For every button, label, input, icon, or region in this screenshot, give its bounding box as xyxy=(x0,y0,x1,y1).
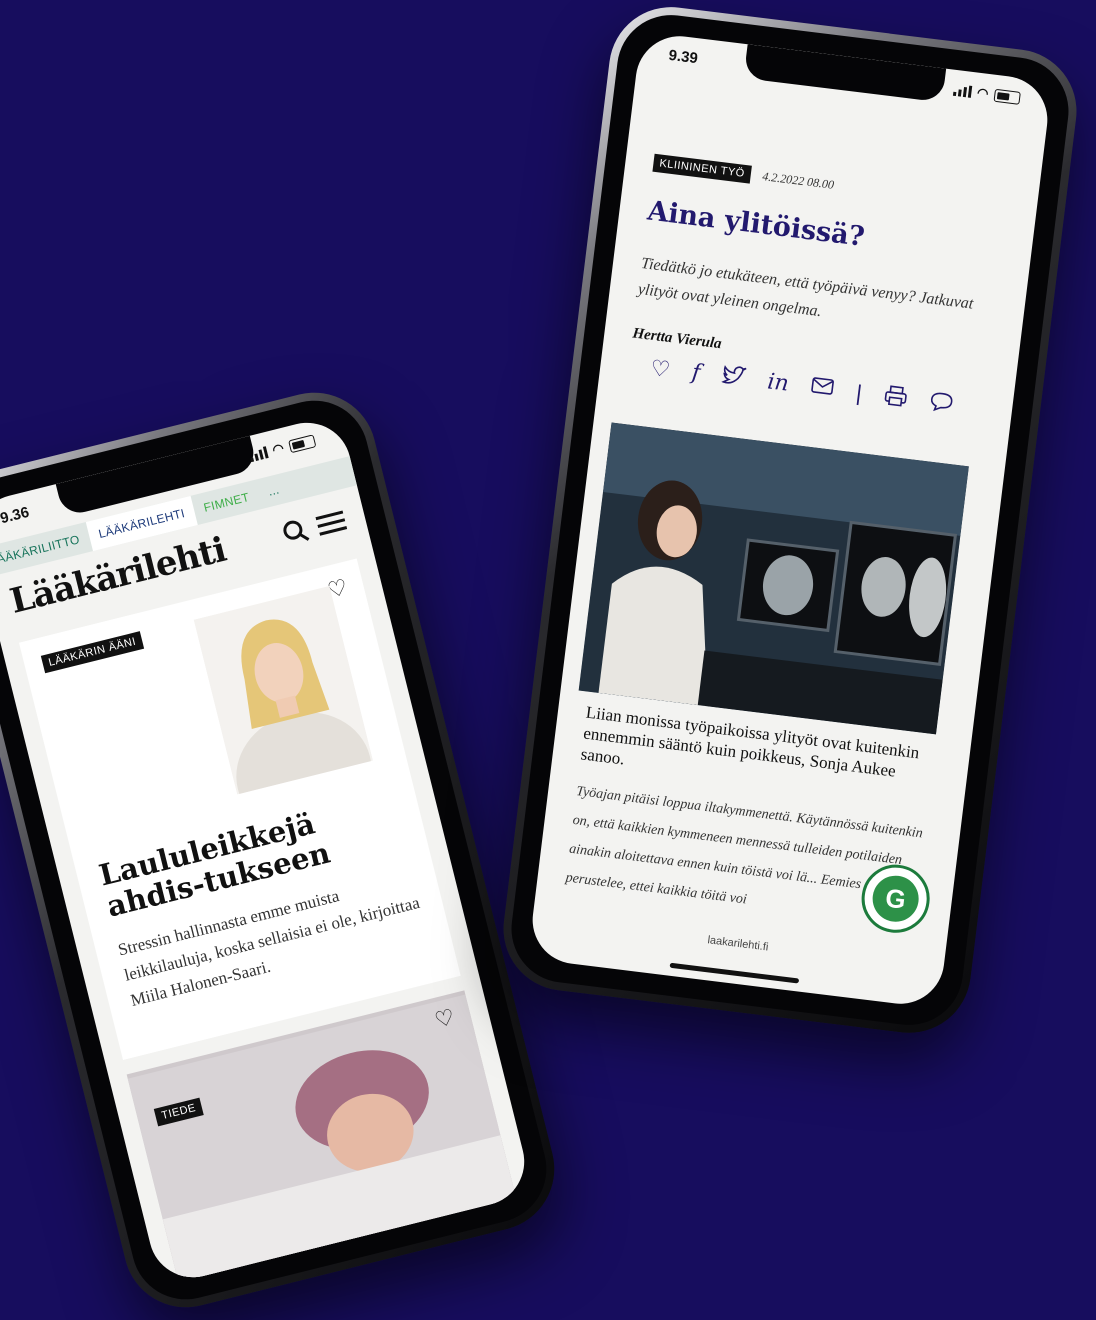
search-icon[interactable] xyxy=(280,516,312,548)
left-phone-screen: 9.36 ◠ LÄÄKÄRILIITTO LÄÄKÄRILEHTI FIMNET… xyxy=(0,413,534,1287)
right-phone: 9.39 ◠ KLIININEN TYÖ 4.2.2022 08.00 Aina… xyxy=(496,0,1084,1040)
right-phone-screen: 9.39 ◠ KLIININEN TYÖ 4.2.2022 08.00 Aina… xyxy=(527,31,1053,1009)
brand-logo-icon: G xyxy=(870,873,922,925)
heart-icon[interactable]: ♡ xyxy=(649,355,672,383)
article-date: 4.2.2022 08.00 xyxy=(761,168,835,192)
battery-icon xyxy=(287,433,317,453)
status-icons: ◠ xyxy=(952,82,1021,106)
article-title: Aina ylitöissä? xyxy=(645,195,867,253)
battery-icon xyxy=(993,88,1021,105)
status-bar: 9.39 ◠ xyxy=(668,45,1022,108)
linkedin-icon[interactable]: in xyxy=(766,369,790,397)
email-icon[interactable] xyxy=(810,375,836,398)
status-time: 9.39 xyxy=(667,46,699,67)
article-category[interactable]: KLIININEN TYÖ xyxy=(652,153,752,184)
signal-icon xyxy=(952,84,972,98)
article-meta: KLIININEN TYÖ 4.2.2022 08.00 xyxy=(652,153,835,194)
wifi-icon: ◠ xyxy=(976,84,990,101)
status-icons: ◠ xyxy=(247,432,317,464)
left-phone: 9.36 ◠ LÄÄKÄRILIITTO LÄÄKÄRILEHTI FIMNET… xyxy=(0,379,568,1320)
tab-more[interactable]: ... xyxy=(255,472,292,509)
home-indicator xyxy=(669,962,800,984)
signal-icon xyxy=(248,446,269,463)
comment-icon[interactable] xyxy=(928,389,955,414)
phone-bezel: 9.36 ◠ LÄÄKÄRILIITTO LÄÄKÄRILEHTI FIMNET… xyxy=(0,389,558,1311)
header-actions xyxy=(280,507,348,548)
article-tag: LÄÄKÄRIN ÄÄNI xyxy=(40,631,144,674)
article-card[interactable]: LÄÄKÄRIN ÄÄNI ♡ Laululeikkejä ahdis-tuks… xyxy=(18,558,461,1060)
article-author[interactable]: Hertta Vierula xyxy=(631,325,723,353)
divider: | xyxy=(854,380,864,406)
status-time: 9.36 xyxy=(0,503,31,527)
facebook-icon[interactable]: f xyxy=(690,360,701,387)
wifi-icon: ◠ xyxy=(270,440,286,458)
twitter-icon[interactable] xyxy=(721,364,748,389)
print-icon[interactable] xyxy=(882,384,909,409)
author-portrait xyxy=(193,585,374,795)
menu-icon[interactable] xyxy=(315,509,348,537)
phone-bezel: 9.39 ◠ KLIININEN TYÖ 4.2.2022 08.00 Aina… xyxy=(505,8,1075,1032)
article-photo xyxy=(578,422,969,735)
share-bar: ♡ f in | xyxy=(649,355,955,418)
